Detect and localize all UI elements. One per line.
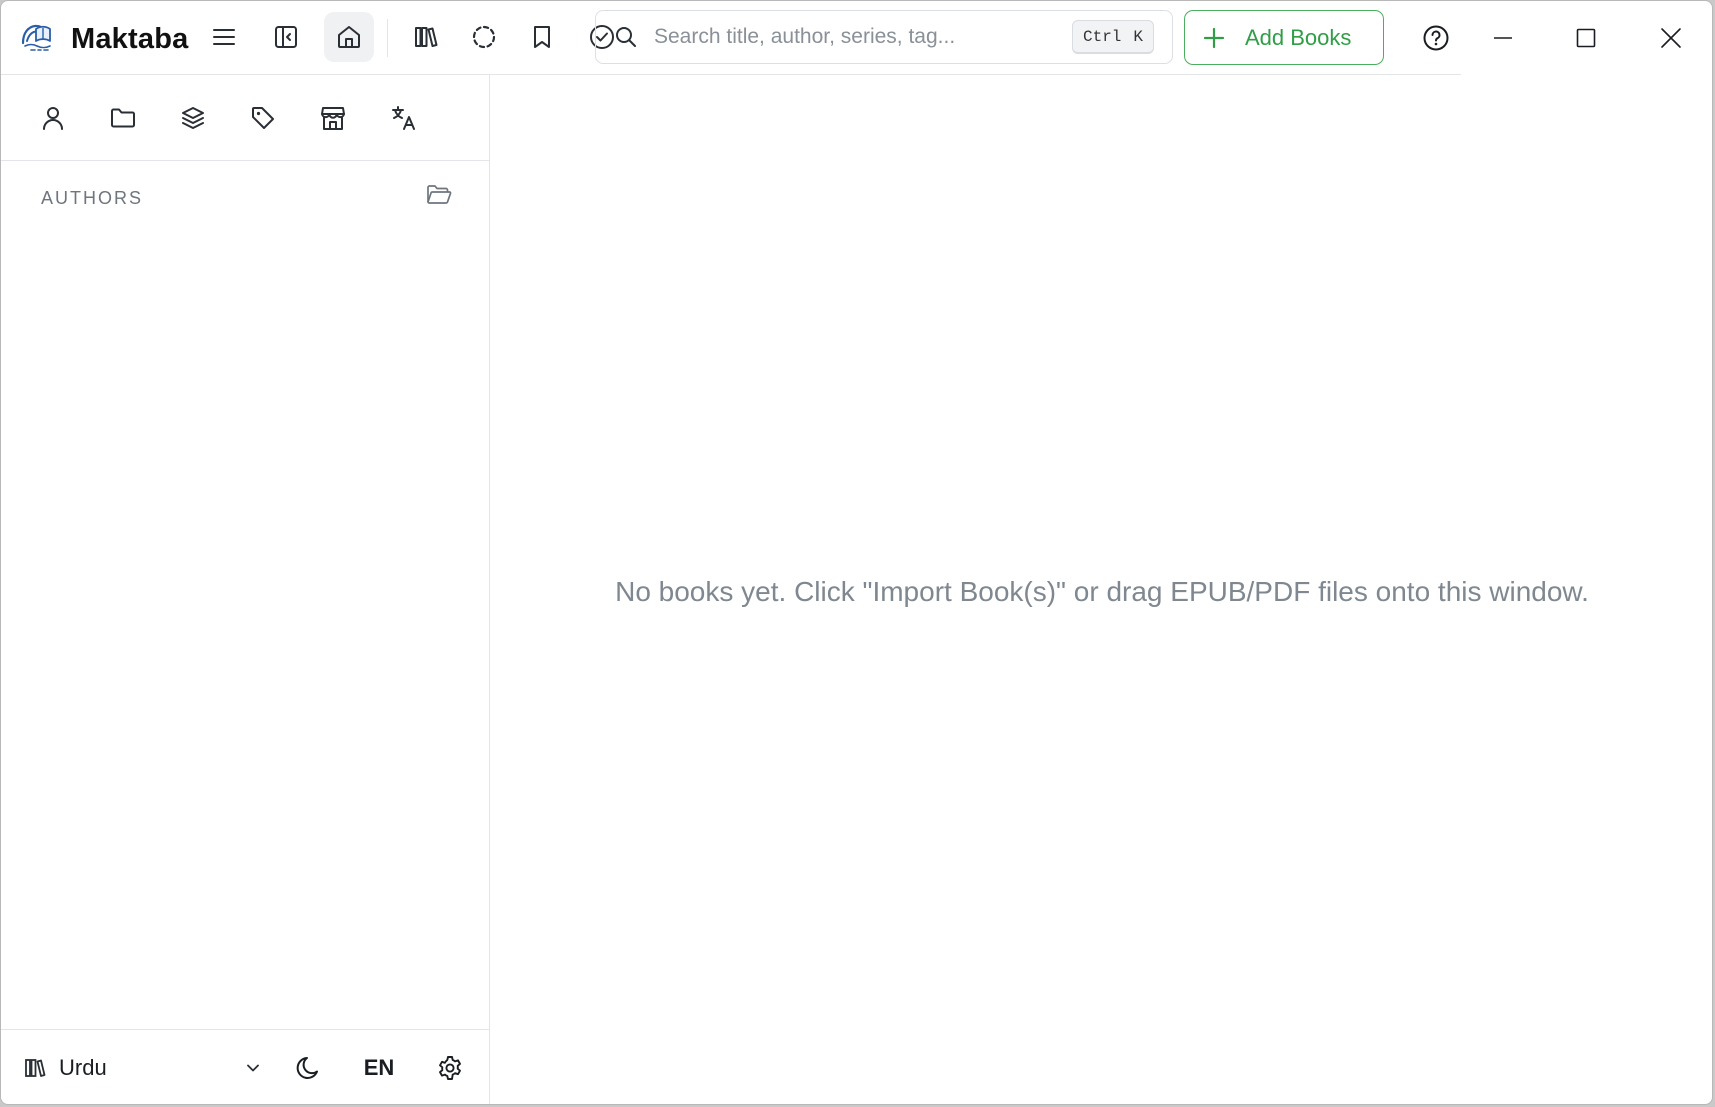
close-window-button[interactable] bbox=[1641, 13, 1701, 63]
app-title: Maktaba bbox=[71, 23, 189, 55]
plus-icon bbox=[1203, 27, 1225, 48]
library-select[interactable]: Urdu bbox=[23, 1044, 263, 1092]
gear-icon bbox=[439, 1056, 461, 1080]
search-shortcut-badge: Ctrl K bbox=[1071, 20, 1154, 54]
tab-publishers[interactable] bbox=[310, 95, 356, 141]
add-books-label: Add Books bbox=[1245, 24, 1352, 50]
in-progress-icon bbox=[472, 25, 496, 49]
store-icon bbox=[321, 107, 345, 130]
tab-folders[interactable] bbox=[100, 95, 146, 141]
search-box[interactable]: Ctrl K bbox=[595, 10, 1173, 64]
toggle-sidebar-button[interactable] bbox=[261, 12, 311, 62]
tab-languages[interactable] bbox=[381, 95, 427, 141]
maximize-button[interactable] bbox=[1556, 13, 1616, 63]
help-button[interactable] bbox=[1406, 13, 1466, 63]
menu-button[interactable] bbox=[199, 12, 249, 62]
maximize-icon bbox=[1576, 28, 1596, 48]
bookmark-icon bbox=[534, 26, 550, 48]
empty-library-message: No books yet. Click "Import Book(s)" or … bbox=[615, 576, 1589, 607]
open-folder-button[interactable] bbox=[425, 183, 453, 207]
user-icon bbox=[43, 107, 63, 130]
app-window: Maktaba Search title, author, series, ta… bbox=[0, 0, 1713, 1105]
sidebar-footer: Urdu EN bbox=[1, 1029, 489, 1104]
chevron-down-icon bbox=[247, 1064, 259, 1072]
main-content: No books yet. Click "Import Book(s)" or … bbox=[490, 75, 1712, 1104]
tag-icon bbox=[252, 107, 274, 129]
minimize-button[interactable] bbox=[1473, 13, 1533, 63]
minimize-icon bbox=[1494, 37, 1512, 39]
top-toolbar: Maktaba Search title, author, series, ta… bbox=[1, 1, 1712, 75]
search-input[interactable] bbox=[654, 21, 1054, 53]
tab-tags[interactable] bbox=[240, 95, 286, 141]
layers-icon bbox=[182, 107, 204, 129]
reading-button[interactable] bbox=[459, 12, 509, 62]
library-select-value: Urdu bbox=[59, 1055, 107, 1080]
language-toggle-button[interactable]: EN bbox=[355, 1044, 403, 1092]
theme-toggle-button[interactable] bbox=[285, 1044, 333, 1092]
sidebar-filter-tabs bbox=[1, 75, 489, 161]
tab-authors[interactable] bbox=[30, 95, 76, 141]
menu-icon bbox=[213, 29, 235, 45]
shortcut-modifier: Ctrl bbox=[1082, 27, 1122, 46]
sidebar: AUTHORS Urdu EN bbox=[1, 75, 490, 1104]
authors-section-title: AUTHORS bbox=[41, 188, 144, 208]
moon-icon bbox=[296, 1057, 318, 1079]
tab-series[interactable] bbox=[170, 95, 216, 141]
folder-icon bbox=[111, 108, 135, 128]
maktaba-logo-icon bbox=[19, 19, 55, 55]
close-icon bbox=[1661, 28, 1681, 48]
bookmarks-button[interactable] bbox=[517, 12, 567, 62]
library-small-icon bbox=[25, 1059, 46, 1077]
toolbar-divider bbox=[387, 19, 388, 57]
home-icon bbox=[338, 26, 360, 48]
add-books-button[interactable]: Add Books bbox=[1184, 10, 1384, 65]
search-icon bbox=[616, 27, 636, 47]
collapse-sidebar-icon bbox=[275, 26, 297, 48]
help-icon bbox=[1423, 25, 1449, 51]
library-icon bbox=[415, 27, 438, 47]
shortcut-key: K bbox=[1133, 27, 1143, 46]
settings-button[interactable] bbox=[426, 1044, 474, 1092]
home-button[interactable] bbox=[324, 12, 374, 62]
translate-icon bbox=[392, 106, 415, 130]
library-button[interactable] bbox=[401, 12, 451, 62]
folder-open-icon bbox=[427, 185, 452, 204]
